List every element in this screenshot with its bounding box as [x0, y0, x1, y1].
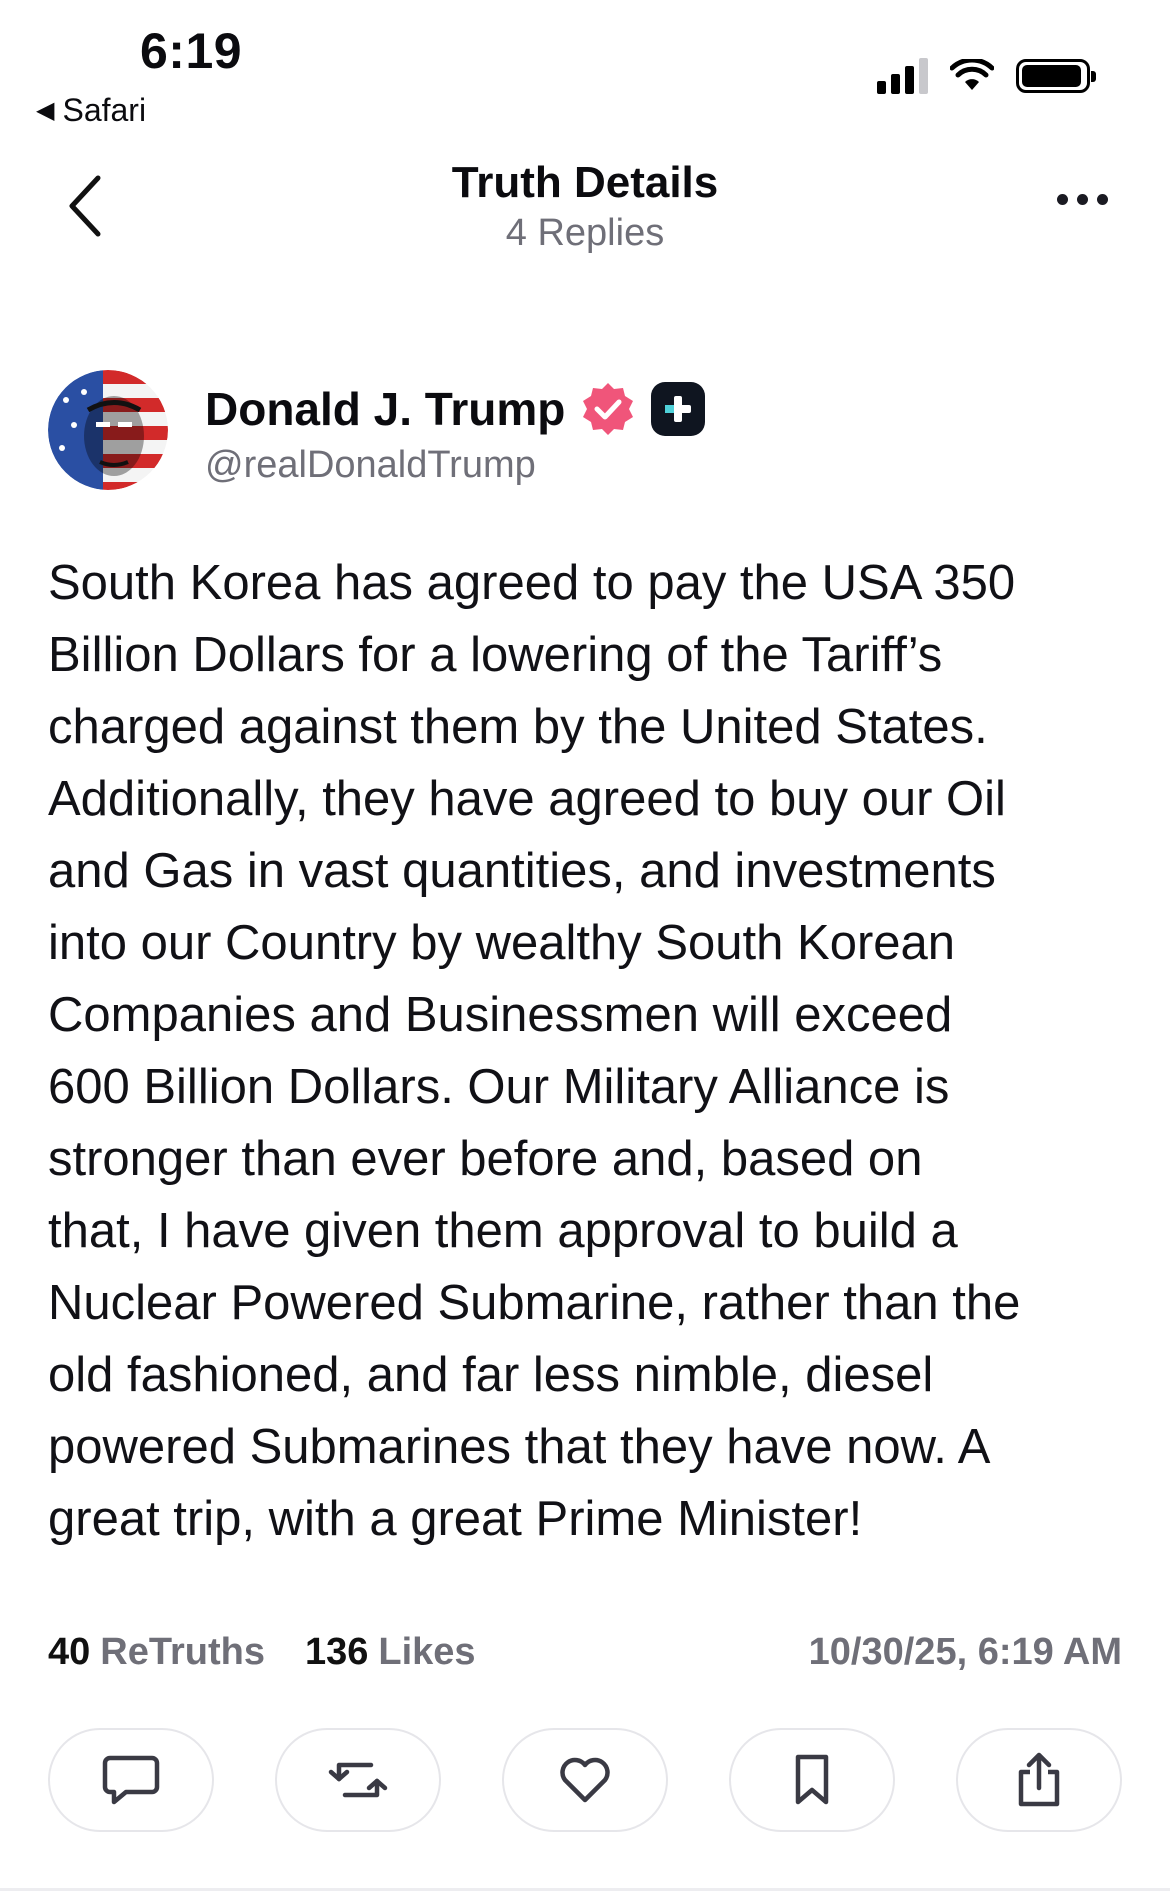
- likes-stat[interactable]: 136 Likes: [305, 1631, 476, 1674]
- status-time: 6:19: [140, 23, 243, 79]
- back-to-safari-link[interactable]: ◀ Safari: [36, 92, 146, 129]
- post-timestamp: 10/30/25, 6:19 AM: [808, 1630, 1122, 1673]
- cellular-signal-icon: [877, 58, 928, 94]
- reply-button[interactable]: [48, 1728, 214, 1832]
- bottom-divider: [0, 1888, 1170, 1891]
- bookmark-button[interactable]: [729, 1728, 895, 1832]
- post-stats: 40 ReTruths 136 Likes 10/30/25, 6:19 AM: [48, 1622, 1122, 1682]
- page-title: Truth Details: [451, 158, 719, 207]
- author-handle[interactable]: @realDonaldTrump: [205, 444, 536, 487]
- post-text: South Korea has agreed to pay the USA 35…: [48, 556, 1021, 1546]
- author-name[interactable]: Donald J. Trump: [205, 382, 565, 436]
- replies-count[interactable]: 4 Replies: [0, 212, 1170, 255]
- likes-label: Likes: [378, 1630, 476, 1673]
- nav-header: Truth Details 4 Replies: [0, 150, 1170, 270]
- status-bar: 6:19 ◀ Safari: [0, 0, 1170, 130]
- back-app-label: Safari: [62, 92, 147, 128]
- like-button[interactable]: [502, 1728, 668, 1832]
- battery-icon: [1016, 59, 1096, 93]
- share-button[interactable]: [956, 1728, 1122, 1832]
- post-author: Donald J. Trump @realDonaldTrump: [48, 370, 1128, 495]
- avatar[interactable]: [48, 370, 168, 490]
- like-icon: [560, 1757, 610, 1803]
- wifi-icon: [950, 59, 994, 90]
- share-icon: [1018, 1752, 1060, 1807]
- retruth-icon: [328, 1762, 388, 1798]
- retruths-stat[interactable]: 40 ReTruths: [48, 1631, 265, 1674]
- retruths-count: 40: [48, 1630, 91, 1673]
- retruths-label: ReTruths: [100, 1630, 265, 1673]
- bookmark-icon: [795, 1754, 829, 1805]
- back-triangle-icon: ◀: [36, 97, 55, 124]
- post-actions: [48, 1728, 1122, 1834]
- reply-icon: [102, 1755, 160, 1805]
- author-name-row: Donald J. Trump: [205, 380, 706, 438]
- likes-count: 136: [304, 1630, 369, 1673]
- retruth-button[interactable]: [275, 1728, 441, 1832]
- system-icons: [877, 58, 1096, 94]
- more-horizontal-icon[interactable]: [1057, 194, 1108, 205]
- truth-plus-badge-icon: [651, 382, 706, 436]
- verified-badge-icon: [583, 383, 634, 435]
